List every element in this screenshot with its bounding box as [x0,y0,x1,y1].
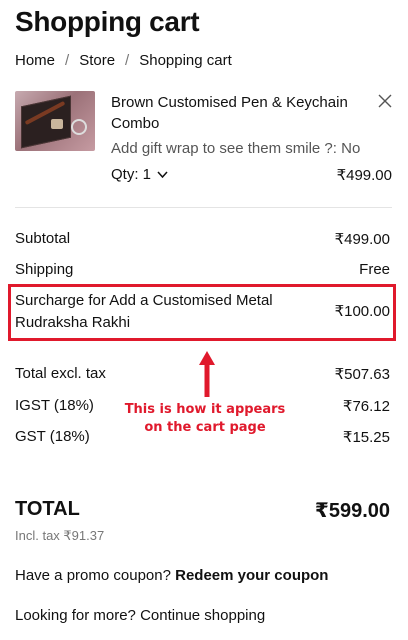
gst-value: ₹15.25 [342,429,390,446]
total-label: TOTAL [15,498,80,520]
continue-shopping-link[interactable]: Continue shopping [140,607,265,624]
shipping-label: Shipping [15,261,74,278]
igst-label: IGST (18%) [15,397,94,414]
continue-shopping: Looking for more? Continue shopping [15,607,265,624]
quantity-label: Qty: 1 [111,166,152,183]
breadcrumb: Home / Store / Shopping cart [15,52,232,69]
chevron-down-icon [157,171,168,179]
breadcrumb-home[interactable]: Home [15,52,55,69]
breadcrumb-store[interactable]: Store [79,52,115,69]
incl-tax-note: Incl. tax ₹91.37 [15,528,105,543]
surcharge-value: ₹100.00 [334,303,390,320]
annotation-arrow-icon [199,351,215,397]
more-prefix: Looking for more? [15,607,136,624]
cart-page: Shopping cart Home / Store / Shopping ca… [0,0,408,640]
product-name[interactable]: Brown Customised Pen & Keychain Combo [111,92,376,134]
quantity-selector[interactable]: Qty: 1 [111,166,168,183]
total-value: ₹599.00 [314,500,390,522]
breadcrumb-separator: / [125,52,130,69]
excl-tax-label: Total excl. tax [15,365,106,382]
surcharge-label: Surcharge for Add a Customised Metal Rud… [15,292,273,331]
close-icon[interactable] [378,94,392,108]
subtotal-value: ₹499.00 [334,231,390,248]
igst-value: ₹76.12 [342,398,390,415]
shipping-value: Free [359,261,390,278]
subtotal-label: Subtotal [15,230,71,247]
excl-tax-value: ₹507.63 [334,366,390,383]
redeem-coupon-link[interactable]: Redeem your coupon [175,567,328,584]
promo-coupon: Have a promo coupon? Redeem your coupon [15,567,328,584]
breadcrumb-separator: / [65,52,70,69]
gst-label: GST (18%) [15,428,90,445]
promo-prefix: Have a promo coupon? [15,567,171,584]
page-title: Shopping cart [15,6,200,37]
product-thumbnail[interactable] [15,91,95,151]
gift-wrap-option: Add gift wrap to see them smile ?: No [111,140,361,157]
divider [15,207,392,208]
item-price: ₹499.00 [336,167,392,184]
annotation-text: This is how it appears on the cart page [124,402,286,435]
cart-item: Brown Customised Pen & Keychain Combo Ad… [15,91,392,186]
breadcrumb-current: Shopping cart [139,52,232,69]
